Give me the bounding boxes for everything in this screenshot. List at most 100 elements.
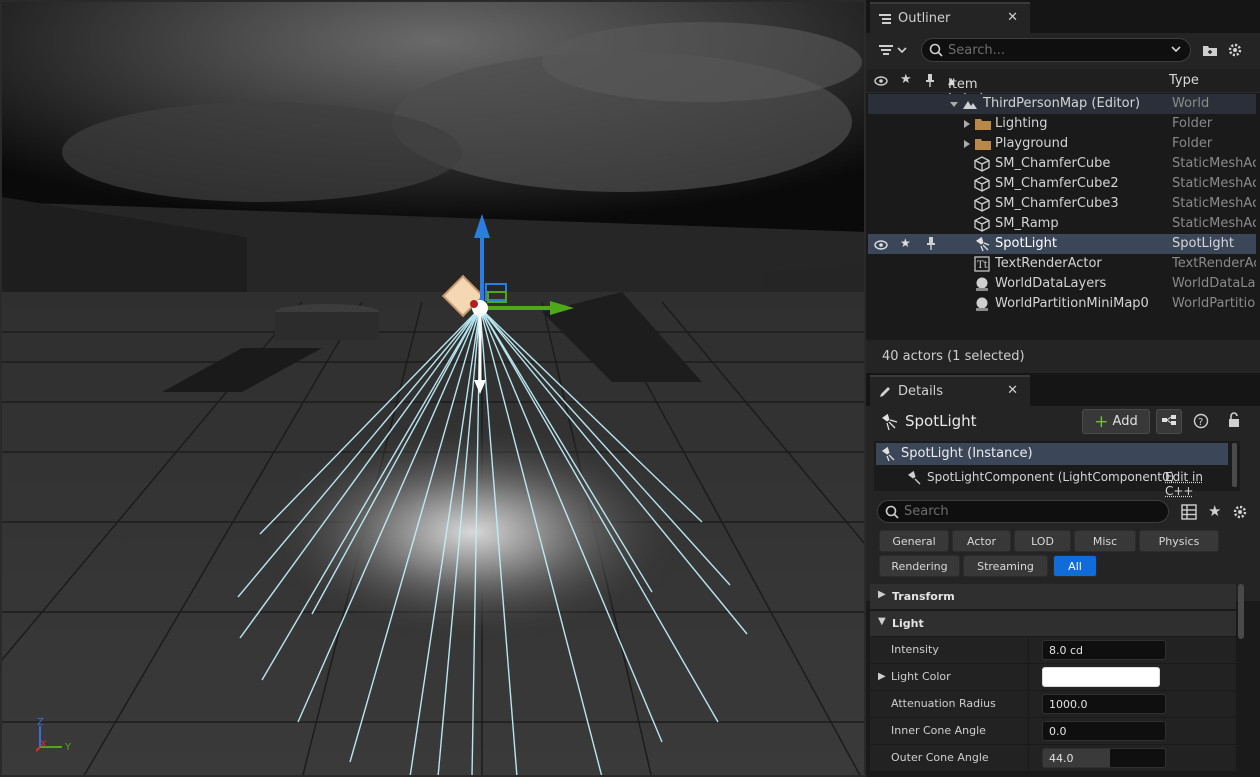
outliner-row[interactable]: SM_ChamferCube3 StaticMeshActor — [868, 194, 1256, 214]
details-header: SpotLight + Add ? SpotLight (Instance) S… — [866, 406, 1260, 601]
add-folder-icon[interactable] — [1202, 42, 1218, 61]
gizmo-x-handle — [470, 300, 478, 308]
outliner-row[interactable]: Tt TextRenderActor TextRenderActor — [868, 254, 1256, 274]
add-component-button[interactable]: + Add — [1082, 409, 1150, 434]
row-label: Lighting — [995, 116, 1048, 131]
hierarchy-icon — [1161, 414, 1177, 430]
filter-misc[interactable]: Misc — [1074, 530, 1136, 552]
row-label: SM_ChamferCube — [995, 156, 1111, 171]
close-icon[interactable]: ✕ — [1007, 10, 1018, 25]
expand-arrow-icon: ▶ — [878, 589, 886, 600]
help-icon[interactable]: ? — [1193, 413, 1209, 433]
component-row[interactable]: SpotLightComponent (LightComponent0) Edi… — [876, 467, 1228, 498]
intensity-field[interactable]: 8.0 cd — [1042, 640, 1166, 660]
spotlight-icon — [906, 470, 922, 490]
level-viewport[interactable]: Z X Y — [0, 0, 866, 777]
search-icon — [929, 43, 943, 61]
filter-icon[interactable] — [878, 42, 908, 62]
expand-arrow-icon[interactable]: ▶ — [878, 671, 886, 682]
outer-cone-angle-field[interactable]: 44.0 — [1042, 748, 1166, 768]
actor-name: SpotLight — [905, 412, 977, 430]
filter-streaming[interactable]: Streaming — [963, 555, 1048, 577]
pin-icon[interactable] — [926, 236, 942, 252]
row-label: SpotLight — [995, 236, 1057, 251]
settings-gear-icon[interactable] — [1227, 42, 1243, 62]
svg-text:?: ? — [1198, 417, 1203, 428]
filter-general[interactable]: General — [879, 530, 949, 552]
details-search-input[interactable]: Search — [877, 500, 1169, 523]
spotlight-icon — [880, 446, 896, 466]
component-row-instance[interactable]: SpotLight (Instance) — [876, 443, 1228, 465]
prop-inner-cone-angle: Inner Cone Angle 0.0 — [870, 718, 1236, 745]
visibility-eye-icon[interactable] — [874, 239, 890, 255]
spotlight-icon — [880, 413, 898, 435]
favorite-star-icon[interactable]: ★ — [1208, 502, 1221, 520]
filter-actor[interactable]: Actor — [952, 530, 1011, 552]
row-label: ThirdPersonMap (Editor) — [983, 96, 1141, 111]
world-data-icon — [974, 276, 990, 292]
tab-details[interactable]: Details ✕ — [870, 375, 1030, 406]
outliner-row-selected[interactable]: ★ SpotLight SpotLight — [868, 234, 1256, 254]
settings-gear-icon[interactable] — [1232, 504, 1248, 524]
table-view-icon[interactable] — [1181, 504, 1197, 524]
axis-label-x: X — [40, 739, 47, 750]
filter-all[interactable]: All — [1053, 555, 1097, 577]
component-label: SpotLight (Instance) — [901, 446, 1033, 461]
details-scrollbar[interactable] — [1238, 584, 1244, 639]
outliner-row-world[interactable]: ThirdPersonMap (Editor) World — [868, 94, 1256, 114]
outliner-row[interactable]: WorldPartitionMiniMap0 WorldPartitionMin… — [868, 294, 1256, 314]
tab-outliner[interactable]: Outliner ✕ — [870, 2, 1030, 33]
outliner-icon — [878, 12, 892, 26]
axis-label-y: Y — [65, 742, 72, 753]
outliner-search-placeholder: Search... — [948, 42, 1006, 58]
filter-rendering[interactable]: Rendering — [879, 555, 960, 577]
outliner-row[interactable]: SM_ChamferCube StaticMeshActor — [868, 154, 1256, 174]
section-light-label: Light — [892, 617, 924, 630]
outliner-row[interactable]: SM_ChamferCube2 StaticMeshActor — [868, 174, 1256, 194]
static-mesh-icon — [974, 156, 990, 172]
sort-ascending-icon: ▲ — [948, 77, 955, 87]
visibility-eye-icon[interactable] — [874, 75, 888, 90]
outliner-row[interactable]: WorldDataLayers WorldDataLayers — [868, 274, 1256, 294]
inner-cone-angle-field[interactable]: 0.0 — [1042, 721, 1166, 741]
outliner-row[interactable]: Playground Folder — [868, 134, 1256, 154]
section-light[interactable]: ▼ Light — [870, 611, 1236, 636]
viewport-scene[interactable] — [2, 2, 866, 777]
outliner-row[interactable]: SM_Ramp StaticMeshActor — [868, 214, 1256, 234]
lock-icon[interactable] — [1227, 412, 1241, 432]
row-label: SM_ChamferCube2 — [995, 176, 1119, 191]
prop-label: Light Color — [891, 670, 951, 683]
filter-physics[interactable]: Physics — [1139, 530, 1219, 552]
favorite-star-icon[interactable]: ★ — [900, 236, 916, 252]
row-label: SM_ChamferCube3 — [995, 196, 1119, 211]
filter-lod[interactable]: LOD — [1014, 530, 1071, 552]
cloud — [542, 22, 862, 102]
prop-outer-cone-angle: Outer Cone Angle 44.0 — [870, 745, 1236, 772]
outliner-toolbar: Search... — [866, 33, 1260, 69]
section-transform[interactable]: ▶ Transform — [870, 584, 1236, 609]
prop-label: Intensity — [891, 643, 939, 656]
outliner-row[interactable]: Lighting Folder — [868, 114, 1256, 134]
chevron-down-icon[interactable] — [1170, 43, 1182, 59]
close-icon[interactable]: ✕ — [1007, 383, 1018, 398]
prop-intensity: Intensity 8.0 cd — [870, 637, 1236, 664]
outliner-search-input[interactable]: Search... — [921, 38, 1191, 62]
outliner-status: 40 actors (1 selected) — [866, 340, 1260, 373]
light-color-swatch[interactable] — [1042, 667, 1160, 687]
column-type[interactable]: Type — [1169, 73, 1199, 88]
favorite-star-icon[interactable]: ★ — [900, 72, 912, 87]
row-type: TextRenderActor — [1172, 256, 1256, 271]
pin-icon[interactable] — [925, 73, 935, 91]
blueprint-hierarchy-button[interactable] — [1156, 409, 1182, 434]
row-label: WorldDataLayers — [995, 276, 1107, 291]
pencil-icon — [878, 385, 892, 399]
section-transform-label: Transform — [892, 590, 955, 603]
edit-in-cpp-link[interactable]: Edit in C++ — [1165, 470, 1228, 498]
attenuation-radius-field[interactable]: 1000.0 — [1042, 694, 1166, 714]
row-label: SM_Ramp — [995, 216, 1059, 231]
row-type: Folder — [1172, 116, 1213, 131]
details-tabbar: Details ✕ — [866, 373, 1260, 406]
row-type: SpotLight — [1172, 236, 1234, 251]
component-tree-scrollbar[interactable] — [1232, 443, 1237, 487]
row-label: TextRenderActor — [995, 256, 1102, 271]
